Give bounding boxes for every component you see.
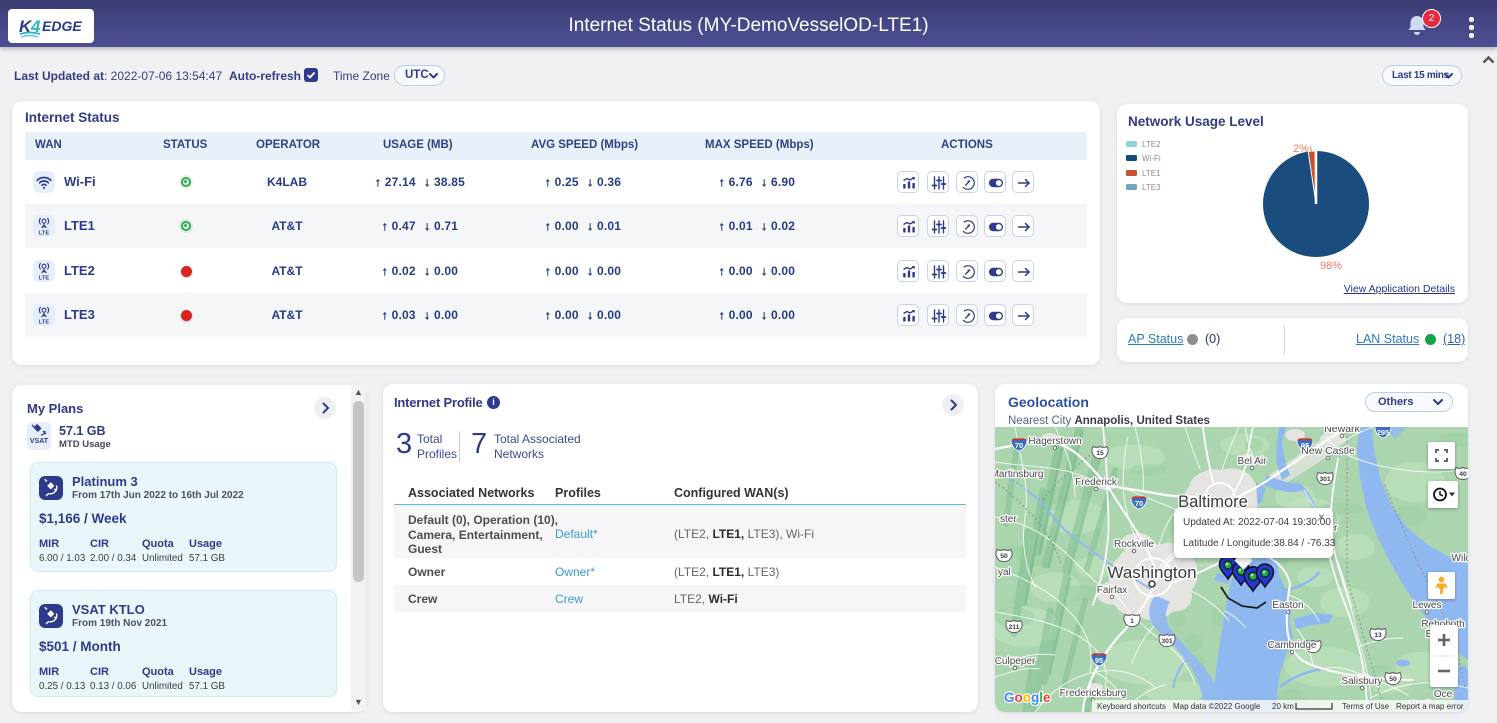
svg-text:1: 1: [1130, 618, 1134, 625]
svg-text:15: 15: [1096, 450, 1104, 457]
svg-text:50: 50: [1000, 553, 1008, 560]
svg-text:Newark: Newark: [1324, 427, 1360, 435]
svg-text:Culpeper: Culpeper: [995, 656, 1036, 667]
svg-text:New Castle: New Castle: [1301, 445, 1355, 457]
svg-text:95: 95: [1095, 656, 1103, 665]
svg-text:yal: yal: [998, 567, 1011, 578]
svg-text:LTE: LTE: [39, 276, 49, 282]
svg-text:50: 50: [1389, 676, 1397, 683]
svg-text:211: 211: [1009, 624, 1020, 631]
svg-text:Oce: Oce: [1434, 689, 1453, 700]
svg-text:Cambridge: Cambridge: [1268, 640, 1317, 651]
svg-text:LTE: LTE: [39, 320, 49, 326]
svg-text:70: 70: [1135, 499, 1143, 508]
svg-text:40: 40: [1459, 471, 1467, 478]
svg-text:98%: 98%: [1320, 260, 1342, 272]
svg-text:2%: 2%: [1293, 143, 1309, 155]
svg-text:Washington: Washington: [1107, 563, 1196, 582]
svg-text:Fairfax: Fairfax: [1097, 585, 1128, 596]
svg-text:Google: Google: [1004, 690, 1051, 705]
svg-text:Salisbury: Salisbury: [1341, 676, 1382, 687]
svg-text:301: 301: [1161, 638, 1173, 645]
svg-text:Frederick: Frederick: [1075, 477, 1118, 488]
svg-text:Rockville: Rockville: [1114, 539, 1154, 550]
svg-text:Fredericksburg: Fredericksburg: [1060, 688, 1127, 699]
svg-text:301: 301: [1319, 476, 1331, 483]
svg-text:Bel Air: Bel Air: [1238, 456, 1268, 467]
svg-text:Wilc: Wilc: [1452, 553, 1468, 564]
svg-text:ster: ster: [1000, 514, 1017, 525]
svg-text:Lewes: Lewes: [1413, 600, 1442, 611]
svg-text:Hagerstown: Hagerstown: [1028, 436, 1081, 447]
svg-text:295: 295: [1377, 428, 1390, 437]
svg-text:LTE: LTE: [39, 231, 49, 237]
svg-text:EDGE: EDGE: [42, 18, 82, 34]
svg-text:13: 13: [1374, 632, 1382, 639]
svg-text:Easton: Easton: [1272, 600, 1303, 611]
svg-text:Martinsburg: Martinsburg: [995, 469, 1043, 480]
svg-text:70: 70: [1015, 441, 1023, 450]
